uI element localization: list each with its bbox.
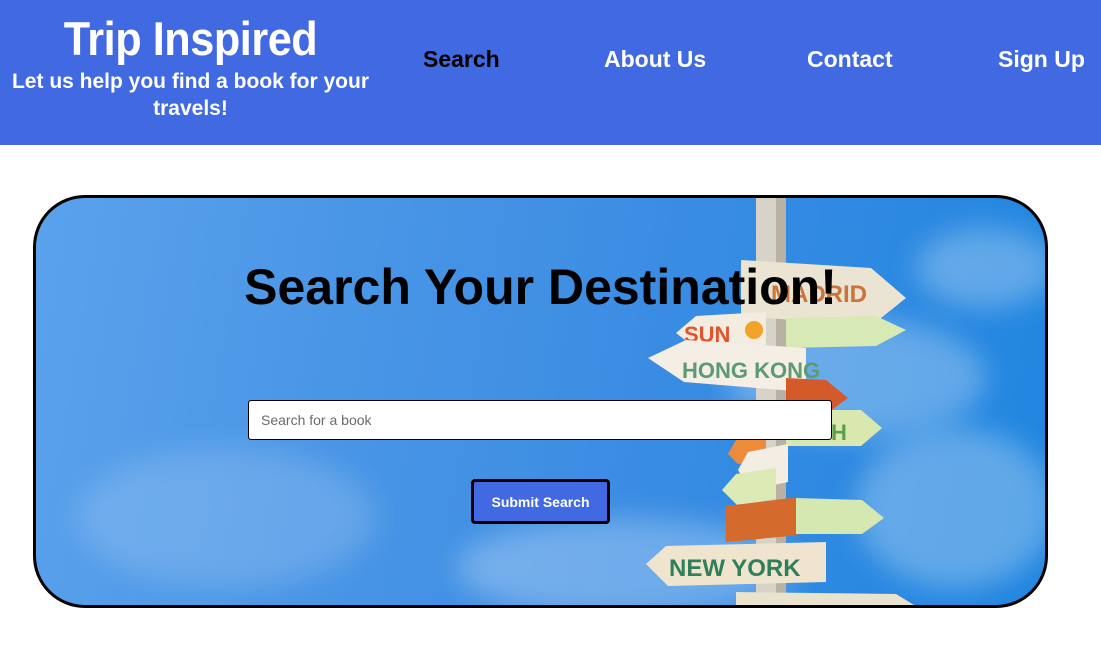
submit-search-button[interactable]: Submit Search (471, 479, 610, 524)
brand: Trip Inspired Let us help you find a boo… (0, 8, 381, 122)
hero-heading: Search Your Destination! (244, 259, 837, 315)
site-tagline: Let us help you find a book for your tra… (11, 70, 369, 120)
hero-search-panel: MADRID SUN HONG KONG H NEW YORK Search Y… (33, 195, 1048, 608)
nav-about-us[interactable]: About Us (604, 44, 706, 74)
site-title[interactable]: Trip Inspired (15, 8, 366, 70)
nav-sign-up[interactable]: Sign Up (998, 44, 1085, 74)
sign-bottom (736, 592, 914, 605)
nav-search[interactable]: Search (423, 44, 500, 74)
search-input[interactable] (248, 400, 832, 440)
sign-new-york-label: NEW YORK (669, 555, 801, 582)
sign-green-letter: H (831, 420, 847, 445)
nav-contact[interactable]: Contact (807, 44, 893, 74)
sign-light-green (796, 498, 884, 534)
sign-green-right (786, 316, 906, 348)
sun-icon (745, 321, 763, 339)
site-header: Trip Inspired Let us help you find a boo… (0, 0, 1101, 145)
